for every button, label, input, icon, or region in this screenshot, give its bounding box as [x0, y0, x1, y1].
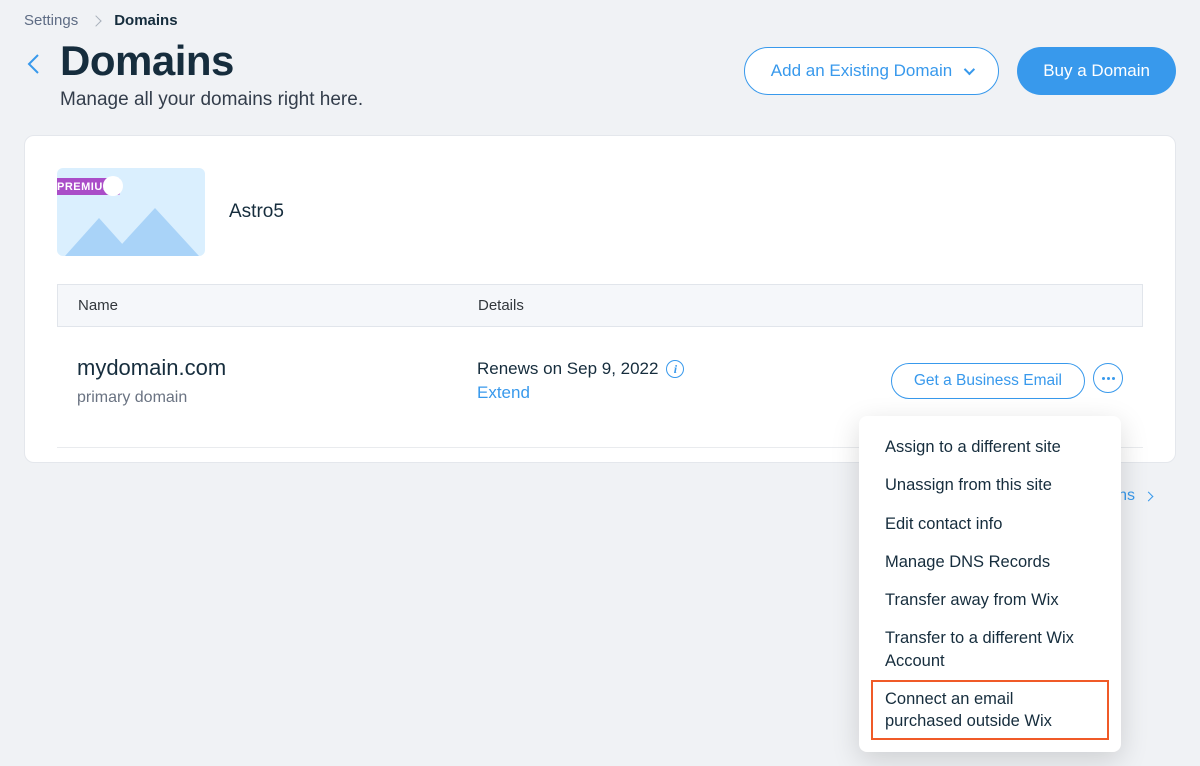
site-thumbnail: PREMIUM [57, 168, 205, 256]
extend-link[interactable]: Extend [477, 383, 823, 403]
breadcrumb-current: Domains [114, 12, 177, 29]
column-details: Details [478, 297, 1122, 314]
chevron-down-icon [964, 64, 975, 75]
menu-item-connect-external-email[interactable]: Connect an email purchased outside Wix [871, 680, 1109, 741]
menu-item-transfer-account[interactable]: Transfer to a different Wix Account [859, 619, 1121, 680]
add-existing-domain-button[interactable]: Add an Existing Domain [744, 47, 999, 95]
more-actions-button[interactable] [1093, 363, 1123, 393]
chevron-right-icon [91, 15, 102, 26]
menu-item-manage-dns[interactable]: Manage DNS Records [859, 543, 1121, 581]
add-existing-domain-label: Add an Existing Domain [771, 61, 952, 81]
breadcrumb: Settings Domains [24, 12, 1176, 29]
menu-item-assign-site[interactable]: Assign to a different site [859, 428, 1121, 466]
page-title: Domains [60, 37, 363, 85]
table-header: Name Details [57, 284, 1143, 327]
chevron-right-icon [1144, 491, 1154, 501]
more-actions-menu: Assign to a different site Unassign from… [859, 416, 1121, 752]
site-name: Astro5 [229, 201, 284, 223]
page-header: Domains Manage all your domains right he… [24, 37, 1176, 111]
buy-domain-button[interactable]: Buy a Domain [1017, 47, 1176, 95]
get-business-email-button[interactable]: Get a Business Email [891, 363, 1085, 399]
menu-item-edit-contact[interactable]: Edit contact info [859, 505, 1121, 543]
breadcrumb-parent[interactable]: Settings [24, 12, 78, 29]
page-subtitle: Manage all your domains right here. [60, 89, 363, 111]
back-button[interactable] [24, 55, 42, 73]
domains-card: PREMIUM Astro5 Name Details mydomain.com… [24, 135, 1176, 463]
domain-name: mydomain.com [77, 355, 477, 381]
site-row: PREMIUM Astro5 [25, 168, 1175, 284]
domain-subtext: primary domain [77, 389, 477, 407]
menu-item-transfer-away[interactable]: Transfer away from Wix [859, 581, 1121, 619]
column-name: Name [78, 297, 478, 314]
menu-item-unassign-site[interactable]: Unassign from this site [859, 466, 1121, 504]
renews-text: Renews on Sep 9, 2022 [477, 359, 658, 379]
info-icon[interactable]: i [666, 360, 684, 378]
